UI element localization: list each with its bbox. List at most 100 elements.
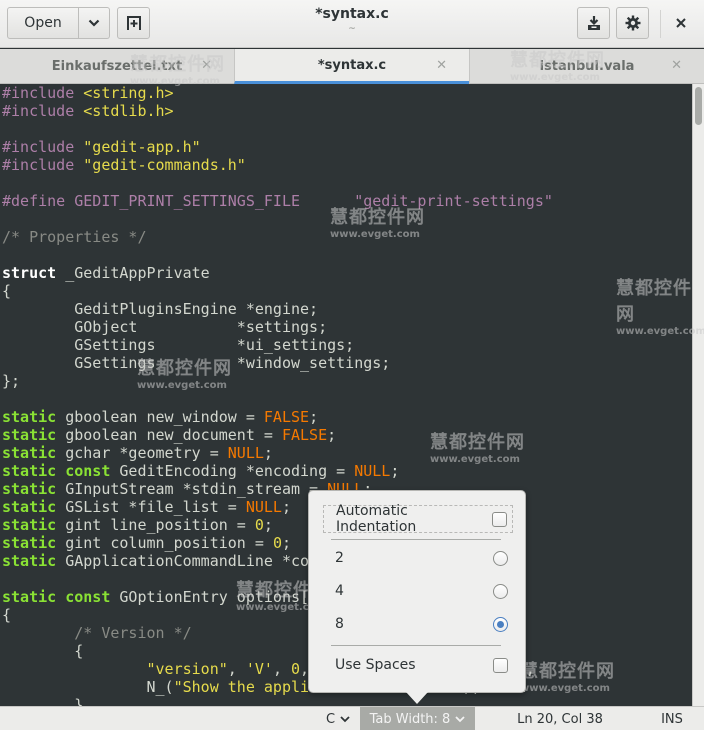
radio-2[interactable] [493, 550, 508, 566]
automatic-indentation-toggle[interactable]: Automatic Indentation [323, 503, 513, 535]
open-button[interactable]: Open [7, 7, 79, 39]
code-token: ; [281, 534, 291, 552]
code-token: gchar *geometry = [56, 444, 228, 462]
code-token: static [2, 444, 57, 462]
scrollbar-thumb[interactable] [695, 87, 702, 125]
code-token: static [2, 480, 57, 498]
code-token: { [2, 642, 84, 660]
code-token: static [2, 516, 57, 534]
tab-width-option-2[interactable]: 2 [323, 544, 513, 572]
code-line: static const GeditEncoding *encoding = N… [0, 462, 692, 480]
code-token: /* Version */ [2, 624, 192, 642]
tab-close-icon[interactable]: ✕ [436, 58, 447, 73]
tab-close-icon[interactable]: ✕ [671, 58, 682, 73]
chevron-down-icon [88, 19, 100, 27]
code-token: NULL [354, 462, 391, 480]
code-token: GSList *file_list = [56, 498, 246, 516]
code-token: 'V' [245, 660, 273, 678]
use-spaces-checkbox[interactable] [493, 657, 508, 673]
code-token: const [65, 462, 111, 480]
status-bar: C Tab Width: 8 Ln 20, Col 38 INS [0, 706, 704, 730]
code-line: GeditPluginsEngine *engine; [0, 300, 692, 318]
code-token: , [272, 660, 291, 678]
tab-width-option-4[interactable]: 4 [323, 577, 513, 605]
open-menu-button[interactable] [79, 7, 110, 39]
code-token: <string.h> [83, 84, 174, 102]
code-token: ; [327, 426, 337, 444]
code-token: "version" [2, 660, 228, 678]
tab-istanbul-vala[interactable]: istanbul.vala ✕ [469, 49, 704, 84]
automatic-indentation-checkbox[interactable] [492, 511, 507, 527]
code-token: static [2, 426, 57, 444]
menu-button[interactable] [616, 7, 649, 39]
code-token: gboolean new_window = [56, 408, 264, 426]
code-token: ; [390, 462, 400, 480]
code-line: static gboolean new_window = FALSE; [0, 408, 692, 426]
popover-separator [331, 539, 501, 540]
language-selector[interactable]: C [318, 707, 358, 730]
code-line: #include <string.h> [0, 84, 692, 102]
use-spaces-label: Use Spaces [335, 657, 416, 673]
code-token: NULL [227, 444, 264, 462]
tab-width-selector[interactable]: Tab Width: 8 [360, 707, 475, 730]
tab-width-label: Tab Width: 8 [369, 711, 451, 727]
code-token: GOptionEntry options[] = [110, 588, 337, 606]
code-token: const [65, 588, 111, 606]
tab-label: Einkaufszettel.txt [51, 59, 183, 74]
document-tabs: Einkaufszettel.txt ✕ *syntax.c ✕ istanbu… [0, 49, 704, 84]
tab-syntax-c[interactable]: *syntax.c ✕ [234, 49, 469, 84]
code-line: { [0, 282, 692, 300]
code-line: GObject *settings; [0, 318, 692, 336]
header-bar: Open *syntax.c ~ [0, 0, 704, 48]
code-token: ; [263, 444, 273, 462]
cursor-position[interactable]: Ln 20, Col 38 [500, 707, 620, 730]
code-line: static gboolean new_document = FALSE; [0, 426, 692, 444]
tab-width-popover: Automatic Indentation 2 4 8 Use Spaces [308, 490, 526, 693]
code-token: #define GEDIT_PRINT_SETTINGS_FILE "gedit… [2, 192, 553, 210]
language-label: C [325, 711, 336, 727]
code-token: static [2, 588, 57, 606]
code-token: "gedit-commands.h" [83, 156, 246, 174]
code-token: gint line_position = [56, 516, 255, 534]
editor-scrollbar[interactable] [692, 84, 704, 706]
code-token: FALSE [281, 426, 328, 444]
code-token: GSettings *ui_settings; [2, 336, 355, 354]
code-token: GObject *settings; [2, 318, 328, 336]
radio-8[interactable] [493, 616, 508, 632]
open-button-group: Open [7, 7, 110, 39]
tab-close-icon[interactable]: ✕ [201, 58, 212, 73]
code-token: static [2, 408, 57, 426]
code-line: #define GEDIT_PRINT_SETTINGS_FILE "gedit… [0, 192, 692, 210]
radio-4[interactable] [493, 583, 508, 599]
code-token: static [2, 534, 57, 552]
save-button[interactable] [577, 7, 610, 39]
tab-label: *syntax.c [317, 57, 387, 73]
chevron-down-icon [455, 715, 465, 722]
code-line: #include <stdlib.h> [0, 102, 692, 120]
code-token: ; [263, 516, 273, 534]
code-token: GeditPluginsEngine *engine; [2, 300, 319, 318]
close-window-button[interactable] [670, 12, 692, 34]
code-line: }, [0, 696, 692, 706]
use-spaces-toggle[interactable]: Use Spaces [323, 651, 513, 679]
code-token: #include [2, 156, 84, 174]
code-token: { [2, 606, 12, 624]
code-token: <stdlib.h> [83, 102, 174, 120]
tab-einkaufszettel[interactable]: Einkaufszettel.txt ✕ [0, 49, 234, 84]
new-tab-icon [126, 16, 141, 30]
code-token: "gedit-app.h" [83, 138, 201, 156]
title-area: *syntax.c ~ [252, 6, 452, 34]
tab-label: istanbul.vala [539, 59, 635, 74]
header-separator [660, 10, 661, 38]
save-download-icon [587, 16, 600, 30]
tab-width-option-8[interactable]: 8 [323, 610, 513, 638]
window-subtitle: ~ [348, 24, 356, 34]
popover-arrow [406, 692, 428, 704]
new-tab-button[interactable] [117, 7, 150, 39]
code-token: FALSE [263, 408, 310, 426]
code-token: static [2, 462, 57, 480]
